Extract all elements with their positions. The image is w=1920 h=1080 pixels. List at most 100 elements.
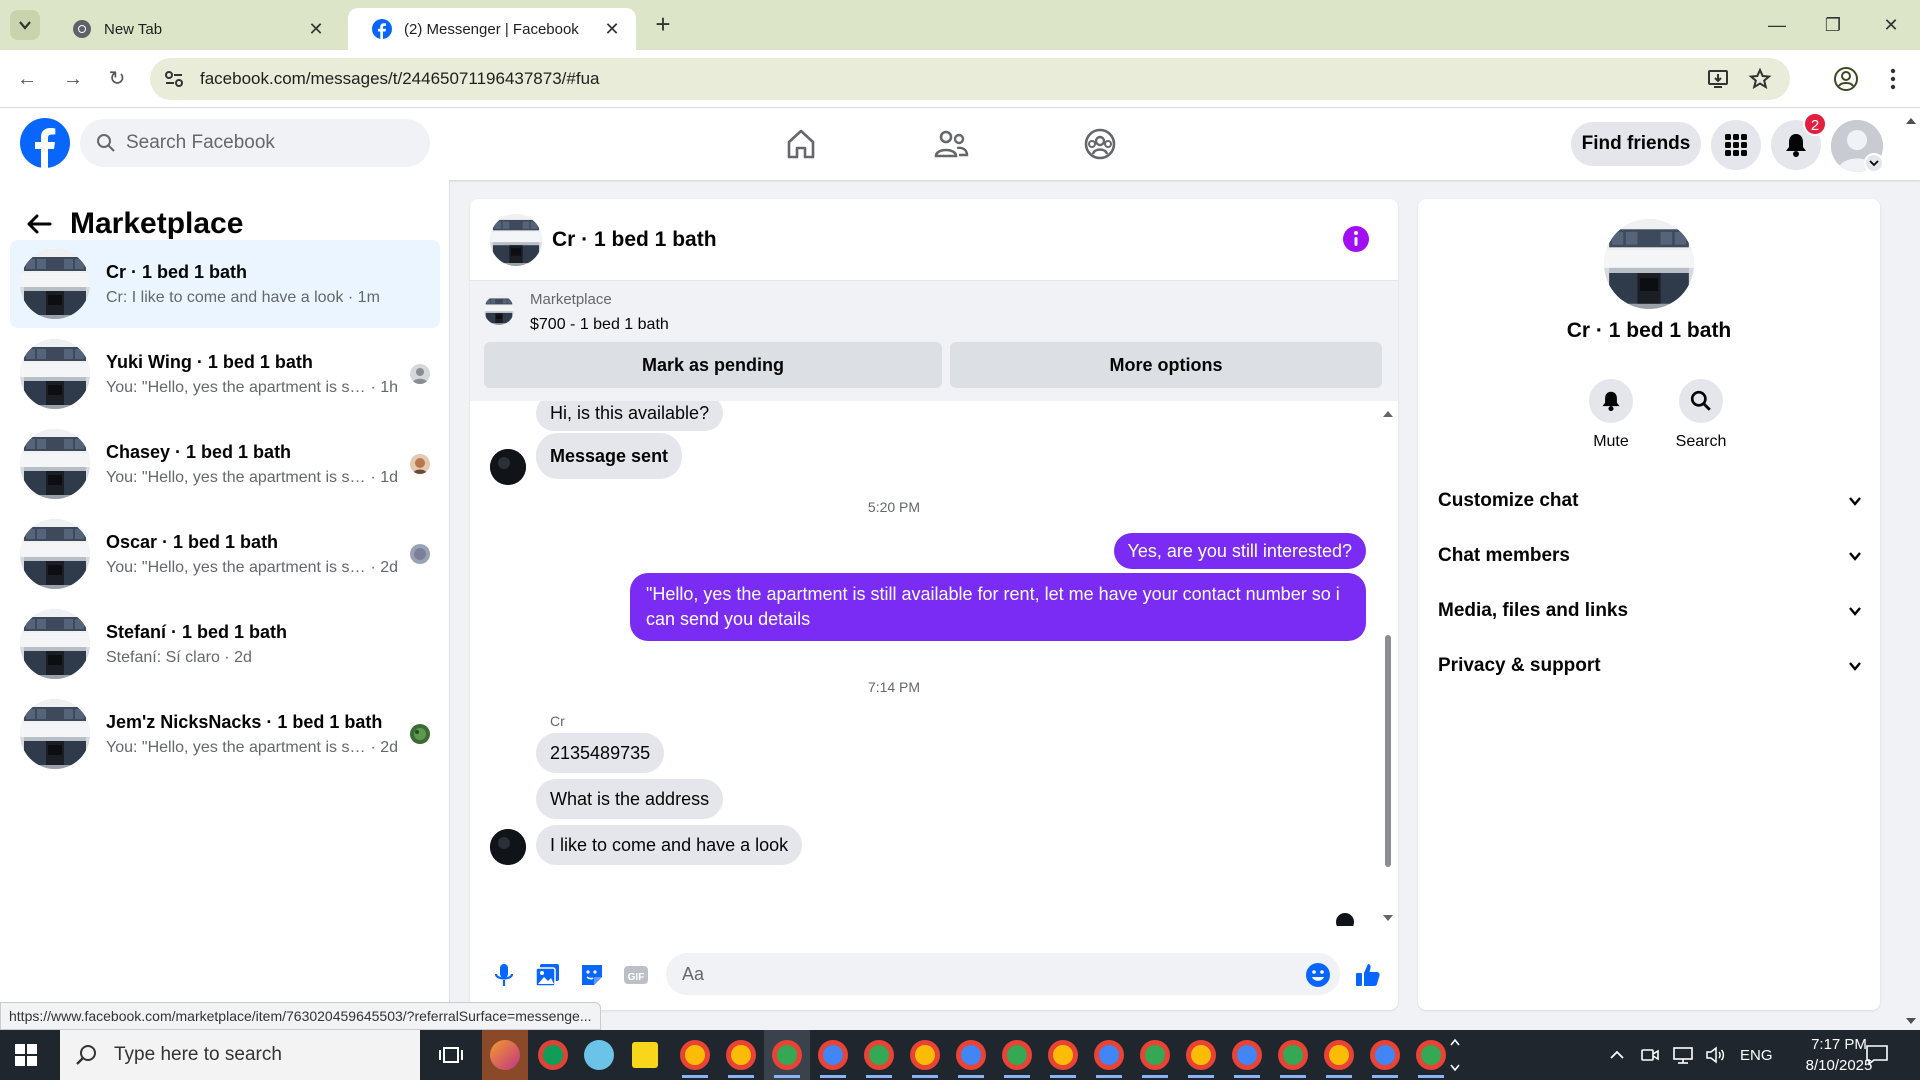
chevron-up-icon[interactable] xyxy=(1608,1046,1626,1064)
taskbar-app-chrome[interactable] xyxy=(1132,1030,1178,1080)
page-scrollbar[interactable] xyxy=(1904,112,1918,1030)
tab-new-tab[interactable]: New Tab ✕ xyxy=(48,8,340,50)
volume-icon[interactable] xyxy=(1704,1045,1726,1065)
taskbar-app-chrome[interactable] xyxy=(1040,1030,1086,1080)
taskbar-search-box[interactable]: Type here to search xyxy=(60,1030,420,1080)
section-chat-members[interactable]: Chat members xyxy=(1438,535,1863,577)
taskbar-app-chrome[interactable] xyxy=(994,1030,1040,1080)
bookmark-star-icon[interactable] xyxy=(1748,67,1772,91)
new-tab-button[interactable]: + xyxy=(648,10,678,40)
emoji-icon[interactable] xyxy=(1304,961,1332,989)
taskbar-app-chrome[interactable] xyxy=(1086,1030,1132,1080)
taskbar-overflow-scroller[interactable] xyxy=(1440,1030,1470,1080)
site-settings-icon[interactable] xyxy=(162,67,186,91)
tab-messenger[interactable]: (2) Messenger | Facebook ✕ xyxy=(348,8,636,50)
taskbar-app-chrome[interactable] xyxy=(902,1030,948,1080)
taskbar-app-chrome[interactable] xyxy=(672,1030,718,1080)
mute-action[interactable]: Mute xyxy=(1571,379,1651,451)
account-caret[interactable] xyxy=(1864,153,1884,173)
facebook-search-box[interactable] xyxy=(80,119,430,167)
sticker-icon[interactable] xyxy=(578,961,606,989)
incoming-message[interactable]: Hi, is this available? xyxy=(536,401,724,431)
listing-thumbnail[interactable] xyxy=(484,295,514,325)
message-scrollbar[interactable] xyxy=(1382,407,1394,926)
taskbar-app-chrome[interactable] xyxy=(1270,1030,1316,1080)
chat-thumbnail[interactable] xyxy=(490,213,542,266)
sender-avatar xyxy=(490,829,526,865)
task-view-icon[interactable] xyxy=(428,1030,474,1080)
back-arrow-icon[interactable] xyxy=(24,209,54,239)
grid-menu-icon xyxy=(1725,134,1747,156)
profile-icon[interactable] xyxy=(1833,66,1859,92)
incoming-message[interactable]: Message sent xyxy=(536,433,683,479)
minimize-icon[interactable]: — xyxy=(1762,10,1792,40)
close-window-icon[interactable]: ✕ xyxy=(1876,10,1906,40)
taskbar-app-paint[interactable] xyxy=(576,1030,622,1080)
section-customize-chat[interactable]: Customize chat xyxy=(1438,480,1863,522)
facebook-search-input[interactable] xyxy=(126,132,406,154)
forward-icon[interactable]: → xyxy=(58,64,88,94)
photo-icon[interactable] xyxy=(534,961,562,989)
menu-button[interactable] xyxy=(1711,120,1761,170)
back-icon[interactable]: ← xyxy=(12,64,42,94)
chat-profile-image[interactable] xyxy=(1604,219,1694,309)
conversation-item[interactable]: Yuki Wing · 1 bed 1 bath You: "Hello, ye… xyxy=(10,330,440,418)
conversation-item[interactable]: Chasey · 1 bed 1 bath You: "Hello, yes t… xyxy=(10,420,440,508)
tab-search-button[interactable] xyxy=(10,10,40,40)
close-tab-icon[interactable]: ✕ xyxy=(306,19,326,40)
meet-now-icon[interactable] xyxy=(1640,1045,1660,1065)
gif-icon[interactable]: GIF xyxy=(622,961,650,989)
incoming-message[interactable]: 2135489735 xyxy=(536,733,665,773)
search-action[interactable]: Search xyxy=(1661,379,1741,451)
more-options-button[interactable]: More options xyxy=(950,342,1382,388)
close-tab-icon[interactable]: ✕ xyxy=(602,19,622,40)
taskbar-app-sticky-notes[interactable] xyxy=(622,1030,668,1080)
taskbar-app-chrome[interactable] xyxy=(856,1030,902,1080)
conversation-item[interactable]: Stefaní · 1 bed 1 bath Stefaní: Sí claro… xyxy=(10,600,440,688)
taskbar-app-chrome-active[interactable] xyxy=(764,1030,810,1080)
address-bar[interactable]: facebook.com/messages/t/2446507119643787… xyxy=(150,58,1790,100)
section-privacy-support[interactable]: Privacy & support xyxy=(1438,645,1863,687)
section-media-files-links[interactable]: Media, files and links xyxy=(1438,590,1863,632)
taskbar-app-chrome[interactable] xyxy=(948,1030,994,1080)
incoming-message[interactable]: What is the address xyxy=(536,779,724,819)
windows-start-icon[interactable] xyxy=(14,1043,38,1067)
taskbar-app-chrome[interactable] xyxy=(1178,1030,1224,1080)
facebook-logo-icon[interactable] xyxy=(20,118,70,168)
install-app-icon[interactable] xyxy=(1706,67,1730,91)
microphone-icon[interactable] xyxy=(490,961,518,989)
taskbar-app-chrome[interactable] xyxy=(1224,1030,1270,1080)
incoming-message[interactable]: I like to come and have a look xyxy=(536,825,803,865)
taskbar-app-chrome-profile[interactable] xyxy=(530,1030,576,1080)
network-icon[interactable] xyxy=(1672,1045,1694,1065)
listing-price[interactable]: $700 - 1 bed 1 bath xyxy=(530,316,669,334)
taskbar-app-chrome[interactable] xyxy=(1362,1030,1408,1080)
home-icon[interactable] xyxy=(781,124,821,164)
restore-icon[interactable]: ❐ xyxy=(1818,10,1848,40)
conversation-item[interactable]: Oscar · 1 bed 1 bath You: "Hello, yes th… xyxy=(10,510,440,598)
info-icon[interactable] xyxy=(1342,225,1370,253)
taskbar-app-chrome[interactable] xyxy=(1316,1030,1362,1080)
conversation-time: 1m xyxy=(357,288,380,306)
friends-icon[interactable] xyxy=(931,124,971,164)
language-indicator[interactable]: ENG xyxy=(1740,1047,1773,1064)
find-friends-button[interactable]: Find friends xyxy=(1571,122,1701,166)
message-input[interactable] xyxy=(666,953,1340,995)
taskbar-app-chrome[interactable] xyxy=(718,1030,764,1080)
conversation-item[interactable]: Cr · 1 bed 1 bath Cr: I like to come and… xyxy=(10,240,440,328)
thumbs-up-icon[interactable] xyxy=(1354,961,1382,989)
taskbar-app-widget[interactable] xyxy=(482,1030,528,1080)
link-status-bar: https://www.facebook.com/marketplace/ite… xyxy=(0,1002,601,1030)
mark-as-pending-button[interactable]: Mark as pending xyxy=(484,342,942,388)
taskbar-app-chrome[interactable] xyxy=(810,1030,856,1080)
chat-info-name[interactable]: Cr · 1 bed 1 bath xyxy=(1418,319,1880,343)
reload-icon[interactable]: ↻ xyxy=(102,64,132,94)
outgoing-message[interactable]: "Hello, yes the apartment is still avail… xyxy=(630,573,1366,641)
conversation-item[interactable]: Jem'z NicksNacks · 1 bed 1 bath You: "He… xyxy=(10,690,440,778)
chat-title[interactable]: Cr · 1 bed 1 bath xyxy=(552,228,717,252)
groups-icon[interactable] xyxy=(1080,124,1120,164)
browser-menu-icon[interactable] xyxy=(1880,66,1906,92)
notification-center-icon[interactable] xyxy=(1864,1043,1890,1067)
outgoing-message[interactable]: Yes, are you still interested? xyxy=(1113,533,1366,569)
message-composer: GIF xyxy=(470,939,1398,1009)
